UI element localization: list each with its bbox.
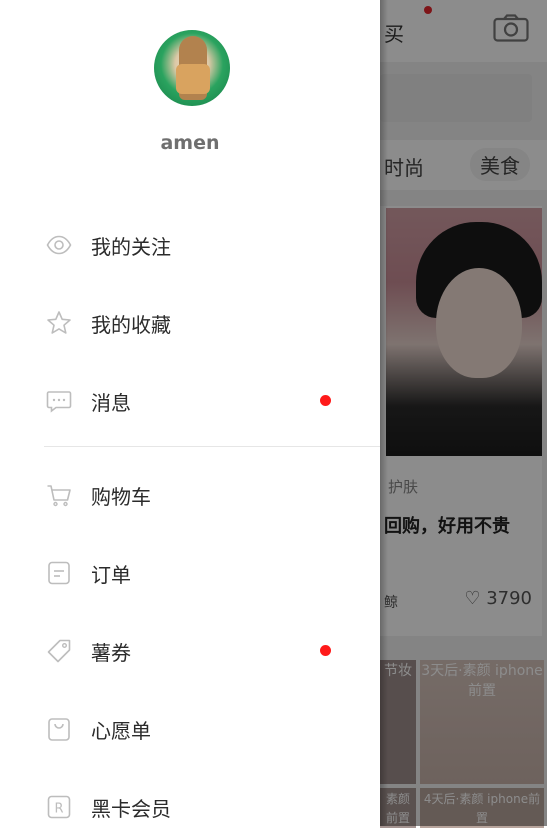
menu-item-following[interactable]: 我的关注	[0, 214, 380, 274]
menu-item-cart[interactable]: 购物车	[0, 464, 380, 524]
cart-icon	[46, 482, 72, 508]
menu-label: 购物车	[91, 485, 151, 509]
eye-icon	[46, 232, 72, 258]
menu-label: 消息	[91, 391, 131, 415]
menu-label: 薯券	[91, 641, 131, 665]
menu-item-coupons[interactable]: 薯券	[0, 620, 380, 680]
menu-item-favorites[interactable]: 我的收藏	[0, 292, 380, 352]
username[interactable]: amen	[0, 132, 380, 154]
unread-badge	[320, 645, 331, 656]
star-icon	[46, 310, 72, 336]
menu-divider	[44, 446, 380, 447]
menu-label: 我的关注	[91, 235, 171, 259]
menu-label: 订单	[91, 563, 131, 587]
coupon-tag-icon	[46, 638, 72, 664]
menu-label: 黑卡会员	[91, 797, 171, 821]
menu-item-messages[interactable]: 消息	[0, 370, 380, 430]
menu-item-black-card[interactable]: R 黑卡会员	[0, 776, 380, 836]
wishlist-bag-icon	[46, 716, 72, 742]
menu-item-orders[interactable]: 订单	[0, 542, 380, 602]
drawer-shadow	[380, 0, 388, 826]
registered-card-icon: R	[46, 794, 72, 820]
svg-text:R: R	[54, 802, 63, 817]
avatar[interactable]	[154, 30, 230, 106]
menu-label: 心愿单	[91, 719, 151, 743]
avatar-figure-skirt	[176, 64, 210, 94]
side-drawer: amen 我的关注 我的收藏 消息 购物车 订单 薯券 心愿单 R 黑卡会员	[0, 0, 380, 826]
chat-bubble-icon	[46, 388, 72, 414]
menu-item-wishlist[interactable]: 心愿单	[0, 698, 380, 758]
menu-label: 我的收藏	[91, 313, 171, 337]
order-icon	[46, 560, 72, 586]
unread-badge	[320, 395, 331, 406]
